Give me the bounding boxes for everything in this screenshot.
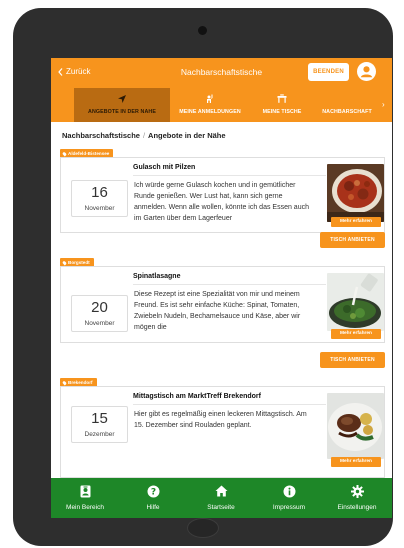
date-day: 15 [91,410,108,427]
tab-label: NACHBARSCHAFT [322,109,372,115]
more-info-button[interactable]: Mehr erfahren [331,217,381,227]
breadcrumb-separator: / [142,131,146,140]
offer-table-button[interactable]: TISCH ANBIETEN [320,232,385,248]
divider [133,284,326,285]
date-day: 20 [91,299,108,316]
more-info-button[interactable]: Mehr erfahren [331,329,381,339]
camera [198,26,207,35]
offer-description: Diese Rezept ist eine Spezialität von mi… [134,291,301,331]
date-badge: 16 November [71,180,128,217]
tab-label: MEINE TISCHE [262,109,302,115]
date-day: 16 [91,184,108,201]
date-month: November [84,205,115,212]
offers-list[interactable]: Nachbarschaftstische / Angebote in der Näh… [51,122,392,478]
home-hardware-button[interactable] [187,518,219,538]
svg-text:?: ? [150,488,155,498]
info-icon [283,485,295,498]
nav-label: Einstellungen [337,504,377,511]
help-icon: ? [147,485,159,498]
more-info-button[interactable]: Mehr erfahren [331,457,381,467]
tab-label: MEINE ANMELDUNGEN [179,109,241,115]
location-arrow-icon [118,95,126,103]
table-icon [277,94,287,103]
tab-offers-nearby[interactable]: ANGEBOTE IN DER NÄHE [74,88,170,122]
map-pin-icon [62,151,67,156]
nav-label: Mein Bereich [66,504,104,511]
tablet-frame: Zurück Nachbarschaftstische BEENDEN ANGE… [13,8,393,546]
tab-neighborhood[interactable]: NACHBARSCHAFT [315,88,379,122]
tab-my-registrations[interactable]: MEINE ANMELDUNGEN [170,88,250,122]
offer-photo-roulades [327,393,384,459]
chevron-right-icon[interactable]: › [382,100,385,109]
offer-description: Hier gibt es regelmäßig einen leckeren M… [134,411,307,429]
nav-label: Startseite [207,504,235,511]
offer-card[interactable]: Mittagstisch am MarktTreff Brekendorf 15… [60,386,385,478]
offer-photo-goulash [327,164,384,222]
person-raising-hand-icon [207,94,213,103]
user-icon [360,66,373,78]
date-month: November [84,320,115,327]
nav-imprint[interactable]: Impressum [255,478,323,518]
app-screen: Zurück Nachbarschaftstische BEENDEN ANGE… [51,58,392,518]
top-bar: Zurück Nachbarschaftstische BEENDEN [51,58,392,88]
date-month: Dezember [84,431,115,438]
offer-title: Mittagstisch am MarktTreff Brekendorf [133,393,261,400]
divider [133,404,326,405]
breadcrumb-current: Angebote in der Nähe [148,131,226,140]
date-badge: 20 November [71,295,128,332]
map-pin-icon [62,260,67,265]
offer-card[interactable]: Spinatlasagne 20 November Diese Rezept i… [60,266,385,343]
offer-title: Gulasch mit Pilzen [133,164,196,171]
date-badge: 15 Dezember [71,406,128,443]
offer-description: Ich würde gerne Gulasch kochen und in ge… [134,182,309,222]
home-icon [215,485,227,497]
nav-my-area[interactable]: Mein Bereich [51,478,119,518]
nav-help[interactable]: ? Hilfe [119,478,187,518]
nav-label: Impressum [272,504,306,511]
id-badge-icon [80,485,90,498]
offer-title: Spinatlasagne [133,273,181,280]
offer-photo-spinach-lasagna [327,273,384,331]
nav-home[interactable]: Startseite [187,478,255,518]
bottom-navigation: Mein Bereich ? Hilfe Startseite Impressu… [51,478,392,518]
nav-settings[interactable]: Einstellungen [323,478,391,518]
nav-label: Hilfe [146,504,160,511]
breadcrumb-root[interactable]: Nachbarschaftstische [62,131,140,140]
offer-table-button[interactable]: TISCH ANBIETEN [320,352,385,368]
user-avatar[interactable] [357,62,376,81]
gear-icon [350,485,364,498]
breadcrumb: Nachbarschaftstische / Angebote in der Näh… [62,131,226,140]
offer-card[interactable]: Gulasch mit Pilzen 16 November Ich würde… [60,157,385,233]
tab-my-tables[interactable]: MEINE TISCHE [252,88,312,122]
tab-label: ANGEBOTE IN DER NÄHE [88,109,156,115]
tab-bar: ANGEBOTE IN DER NÄHE MEINE ANMELDUNGEN M… [51,88,392,122]
map-pin-icon [62,380,67,385]
divider [133,175,326,176]
end-button[interactable]: BEENDEN [308,63,349,81]
